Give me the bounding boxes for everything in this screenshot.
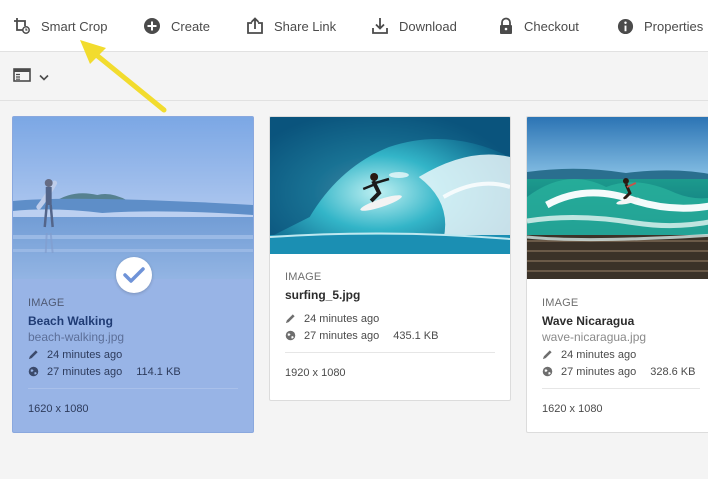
share-link-label: Share Link	[274, 18, 337, 34]
globe-icon	[28, 366, 39, 377]
asset-dimensions: 1920 x 1080	[285, 367, 346, 379]
asset-meta: IMAGE Wave Nicaragua wave-nicaragua.jpg …	[542, 297, 700, 415]
pencil-icon	[542, 350, 552, 360]
asset-dimensions: 1620 x 1080	[542, 403, 603, 415]
plus-circle-icon	[143, 17, 161, 35]
published-time: 27 minutes ago	[561, 365, 637, 378]
published-row: 27 minutes ago 435.1 KB	[285, 329, 495, 342]
modified-row: 24 minutes ago	[28, 348, 238, 361]
divider	[285, 352, 495, 353]
properties-button[interactable]: Properties	[617, 0, 703, 52]
globe-icon	[285, 330, 296, 341]
asset-type: IMAGE	[542, 297, 579, 309]
checkmark-icon[interactable]	[116, 257, 152, 293]
modified-row: 24 minutes ago	[542, 348, 700, 361]
pencil-icon	[28, 350, 38, 360]
asset-thumbnail	[527, 117, 708, 279]
share-icon	[246, 17, 264, 35]
card-view-icon	[13, 67, 31, 87]
divider	[28, 388, 238, 389]
asset-title: Wave Nicaragua	[542, 314, 635, 328]
chevron-down-icon	[39, 68, 49, 86]
checkout-button[interactable]: Checkout	[498, 0, 579, 52]
download-icon	[371, 17, 389, 35]
published-time: 27 minutes ago	[47, 365, 123, 378]
file-size: 328.6 KB	[650, 365, 696, 378]
asset-card[interactable]: IMAGE Wave Nicaragua wave-nicaragua.jpg …	[526, 116, 708, 433]
pencil-icon	[285, 314, 295, 324]
asset-filename: beach-walking.jpg	[28, 330, 125, 344]
asset-title: surfing_5.jpg	[285, 288, 361, 302]
lock-icon	[498, 17, 514, 35]
file-size: 435.1 KB	[393, 329, 439, 342]
download-label: Download	[399, 18, 457, 34]
asset-card[interactable]: IMAGE surfing_5.jpg 24 minutes ago 27 mi…	[269, 116, 511, 401]
globe-icon	[542, 366, 553, 377]
view-switcher[interactable]	[13, 67, 49, 87]
asset-thumbnail	[270, 117, 510, 254]
download-button[interactable]: Download	[371, 0, 457, 52]
published-row: 27 minutes ago 328.6 KB	[542, 365, 700, 378]
asset-title: Beach Walking	[28, 314, 113, 328]
asset-card[interactable]: IMAGE Beach Walking beach-walking.jpg 24…	[12, 116, 254, 433]
asset-type: IMAGE	[285, 271, 322, 283]
modified-row: 24 minutes ago	[285, 312, 495, 325]
divider	[542, 388, 700, 389]
modified-time: 24 minutes ago	[47, 348, 123, 361]
smart-crop-label: Smart Crop	[41, 18, 108, 34]
asset-meta: IMAGE Beach Walking beach-walking.jpg 24…	[28, 297, 238, 415]
smart-crop-icon	[13, 17, 31, 35]
asset-thumbnail	[13, 117, 253, 279]
smart-crop-button[interactable]: Smart Crop	[13, 0, 107, 52]
info-icon	[617, 18, 634, 35]
action-toolbar: Smart Crop Create Share Link Download Ch…	[0, 0, 708, 52]
asset-type: IMAGE	[28, 297, 65, 309]
asset-meta: IMAGE surfing_5.jpg 24 minutes ago 27 mi…	[285, 271, 495, 379]
create-button[interactable]: Create	[143, 0, 210, 52]
selection-overlay	[13, 117, 253, 279]
modified-time: 24 minutes ago	[304, 312, 380, 325]
create-label: Create	[171, 18, 211, 34]
share-link-button[interactable]: Share Link	[246, 0, 336, 52]
properties-label: Properties	[644, 18, 704, 34]
view-bar	[0, 52, 708, 101]
checkout-label: Checkout	[524, 18, 579, 34]
modified-time: 24 minutes ago	[561, 348, 637, 361]
asset-dimensions: 1620 x 1080	[28, 403, 89, 415]
published-time: 27 minutes ago	[304, 329, 380, 342]
asset-filename: wave-nicaragua.jpg	[542, 330, 647, 344]
published-row: 27 minutes ago 114.1 KB	[28, 365, 238, 378]
file-size: 114.1 KB	[136, 365, 181, 378]
